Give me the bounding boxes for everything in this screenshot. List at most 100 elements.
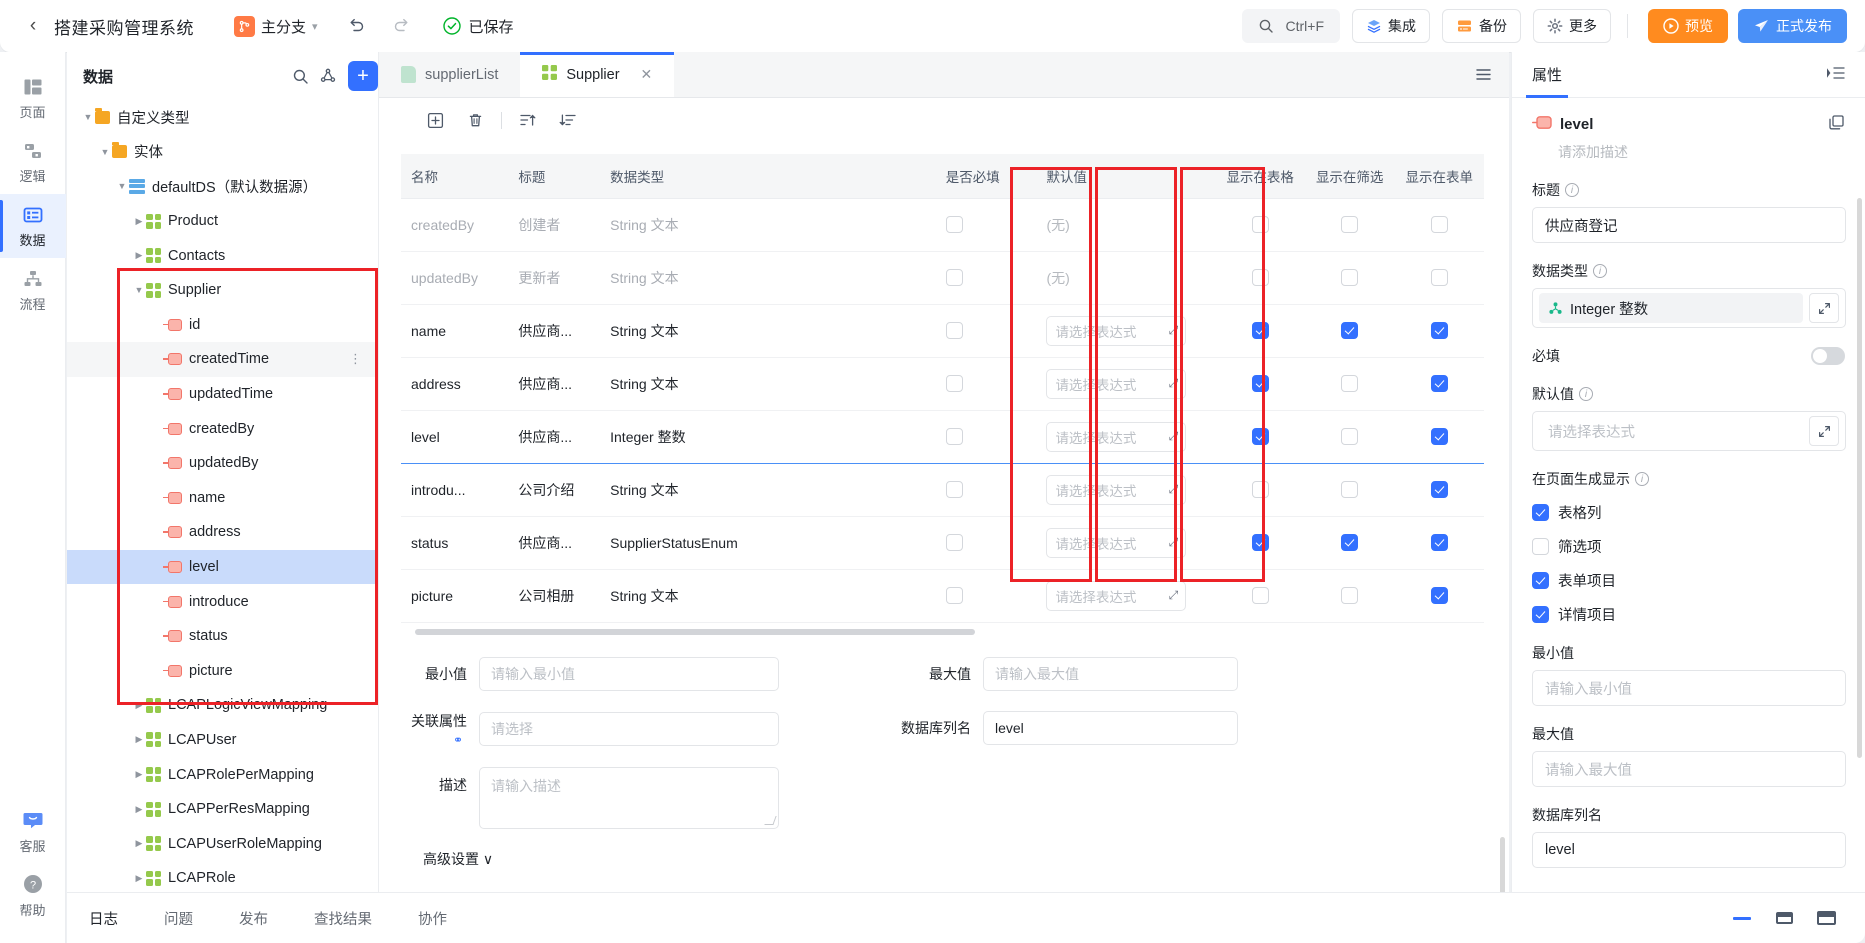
show-in-filter-checkbox[interactable]	[1341, 216, 1359, 234]
show-in-form-checkbox[interactable]	[1430, 534, 1448, 552]
expand-icon[interactable]	[1809, 416, 1839, 446]
search-icon[interactable]	[286, 62, 314, 90]
chevron-right-icon[interactable]: ▶	[132, 216, 146, 227]
display-option[interactable]: 筛选项	[1532, 536, 1845, 557]
chevron-right-icon[interactable]: ▶	[132, 873, 146, 884]
tree-item-[interactable]: ▼ 自定义类型	[67, 100, 392, 135]
tree-item-LCAPLogicViewMapping[interactable]: ▶ LCAPLogicViewMapping	[67, 688, 392, 723]
display-option[interactable]: 表单项目	[1532, 570, 1845, 591]
tab-properties[interactable]: 属性	[1525, 52, 1569, 98]
default-expression-input[interactable]: 请选择表达式 ⤢	[1046, 421, 1187, 452]
tree-item-defaultDS[interactable]: ▼ defaultDS（默认数据源）	[67, 169, 392, 204]
tree-item-LCAPUserRoleMapping[interactable]: ▶ LCAPUserRoleMapping	[67, 826, 392, 861]
display-option-checkbox[interactable]	[1532, 538, 1549, 555]
display-option-checkbox[interactable]	[1532, 606, 1549, 623]
tree-item-menu-icon[interactable]: ⋮	[349, 351, 362, 367]
close-icon[interactable]: ✕	[641, 66, 653, 83]
table-row[interactable]: updatedBy 更新者 String 文本 (无)	[401, 251, 1484, 305]
show-in-table-checkbox[interactable]	[1251, 534, 1269, 552]
required-checkbox[interactable]	[945, 322, 963, 340]
preview-button[interactable]: 预览	[1648, 9, 1728, 43]
restore-icon[interactable]	[1763, 912, 1805, 924]
tree-item-LCAPPerResMapping[interactable]: ▶ LCAPPerResMapping	[67, 792, 392, 827]
chevron-right-icon[interactable]: ▶	[132, 734, 146, 745]
required-checkbox[interactable]	[945, 375, 963, 393]
required-checkbox[interactable]	[945, 428, 963, 446]
show-in-form-checkbox[interactable]	[1430, 428, 1448, 446]
rail-item-support[interactable]: 客服	[0, 799, 66, 863]
show-in-table-checkbox[interactable]	[1251, 481, 1269, 499]
undo-icon[interactable]	[342, 12, 370, 40]
collapse-panel-icon[interactable]	[1826, 65, 1845, 85]
chevron-right-icon[interactable]: ▶	[132, 804, 146, 815]
show-in-table-checkbox[interactable]	[1251, 269, 1269, 287]
default-expression-input[interactable]: 请选择表达式 ⤢	[1046, 527, 1187, 558]
expand-icon[interactable]: ⤢	[1161, 376, 1185, 391]
tree-item-createdTime[interactable]: ▶createdTime⋮	[67, 342, 392, 377]
show-in-filter-checkbox[interactable]	[1341, 481, 1359, 499]
copy-icon[interactable]	[1828, 114, 1845, 134]
rail-item-data[interactable]: 数据	[0, 194, 66, 258]
backup-button[interactable]: 备份	[1442, 9, 1521, 43]
show-in-form-checkbox[interactable]	[1430, 269, 1448, 287]
show-in-form-checkbox[interactable]	[1430, 375, 1448, 393]
show-in-filter-checkbox[interactable]	[1341, 428, 1359, 446]
right-max-input[interactable]: 请输入最大值	[1532, 751, 1846, 787]
rail-item-flow[interactable]: 流程	[0, 258, 66, 322]
required-checkbox[interactable]	[945, 216, 963, 234]
table-row[interactable]: name 供应商... String 文本 请选择表达式 ⤢	[401, 304, 1484, 358]
info-icon[interactable]: i	[1635, 472, 1649, 486]
tree-item-createdBy[interactable]: ▶createdBy	[67, 411, 392, 446]
search-button[interactable]: Ctrl+F	[1241, 9, 1340, 43]
add-entity-button[interactable]: +	[348, 61, 378, 91]
chevron-right-icon[interactable]: ▶	[132, 250, 146, 261]
required-checkbox[interactable]	[945, 534, 963, 552]
expand-icon[interactable]: ⤢	[1161, 429, 1185, 444]
info-icon[interactable]: i	[1579, 387, 1593, 401]
table-row[interactable]: status 供应商... SupplierStatusEnum 请选择表达式 ⤢	[401, 516, 1484, 570]
tree-item-LCAPRole[interactable]: ▶ LCAPRole	[67, 861, 392, 892]
show-in-form-checkbox[interactable]	[1430, 481, 1448, 499]
branch-selector[interactable]: 主分支 ▾	[234, 15, 318, 37]
show-in-filter-checkbox[interactable]	[1341, 534, 1359, 552]
table-row[interactable]: level 供应商... Integer 整数 请选择表达式 ⤢	[401, 409, 1484, 464]
required-toggle[interactable]	[1811, 347, 1845, 365]
status-tab-collaboration[interactable]: 协作	[418, 908, 447, 929]
default-expression-input[interactable]: 请选择表达式 ⤢	[1046, 315, 1187, 346]
min-value-input[interactable]: 请输入最小值	[479, 656, 779, 691]
required-checkbox[interactable]	[945, 269, 963, 287]
expand-icon[interactable]: ⤢	[1161, 482, 1185, 497]
default-expression-input[interactable]: 请选择表达式 ⤢	[1046, 368, 1187, 399]
show-in-table-checkbox[interactable]	[1251, 216, 1269, 234]
tab-supplierList[interactable]: supplierList	[379, 52, 520, 97]
share-node-icon[interactable]	[314, 62, 342, 90]
required-checkbox[interactable]	[945, 481, 963, 499]
title-input[interactable]: 供应商登记	[1532, 207, 1846, 243]
field-description[interactable]: 请添加描述	[1558, 142, 1845, 162]
table-row[interactable]: introdu... 公司介绍 String 文本 请选择表达式 ⤢	[401, 463, 1484, 517]
display-option[interactable]: 表格列	[1532, 502, 1845, 523]
required-checkbox[interactable]	[945, 587, 963, 605]
show-in-form-checkbox[interactable]	[1430, 322, 1448, 340]
tree-item-updatedTime[interactable]: ▶updatedTime	[67, 377, 392, 412]
status-tab-log[interactable]: 日志	[89, 908, 118, 929]
chevron-right-icon[interactable]: ▶	[132, 769, 146, 780]
rail-item-pages[interactable]: 页面	[0, 66, 66, 130]
list-menu-icon[interactable]	[1474, 52, 1509, 97]
chevron-down-icon[interactable]: ▼	[81, 112, 95, 122]
display-option[interactable]: 详情项目	[1532, 604, 1845, 625]
tree-item-picture[interactable]: ▶picture	[67, 654, 392, 689]
chevron-down-icon[interactable]: ▼	[98, 147, 112, 157]
add-field-button[interactable]	[415, 104, 455, 136]
tree-item-Product[interactable]: ▶ Product	[67, 204, 392, 239]
datatype-select[interactable]: Integer 整数	[1532, 288, 1846, 328]
sort-ascending-icon[interactable]	[508, 104, 548, 136]
default-expression-input[interactable]: 请选择表达式 ⤢	[1046, 580, 1187, 611]
chevron-down-icon[interactable]: ▼	[132, 285, 146, 295]
table-row[interactable]: address 供应商... String 文本 请选择表达式 ⤢	[401, 357, 1484, 411]
status-tab-search-results[interactable]: 查找结果	[314, 908, 372, 929]
description-textarea[interactable]: 请输入描述	[479, 766, 779, 829]
table-horizontal-scrollbar[interactable]	[415, 628, 975, 635]
show-in-filter-checkbox[interactable]	[1341, 269, 1359, 287]
tree-item-LCAPUser[interactable]: ▶ LCAPUser	[67, 723, 392, 758]
